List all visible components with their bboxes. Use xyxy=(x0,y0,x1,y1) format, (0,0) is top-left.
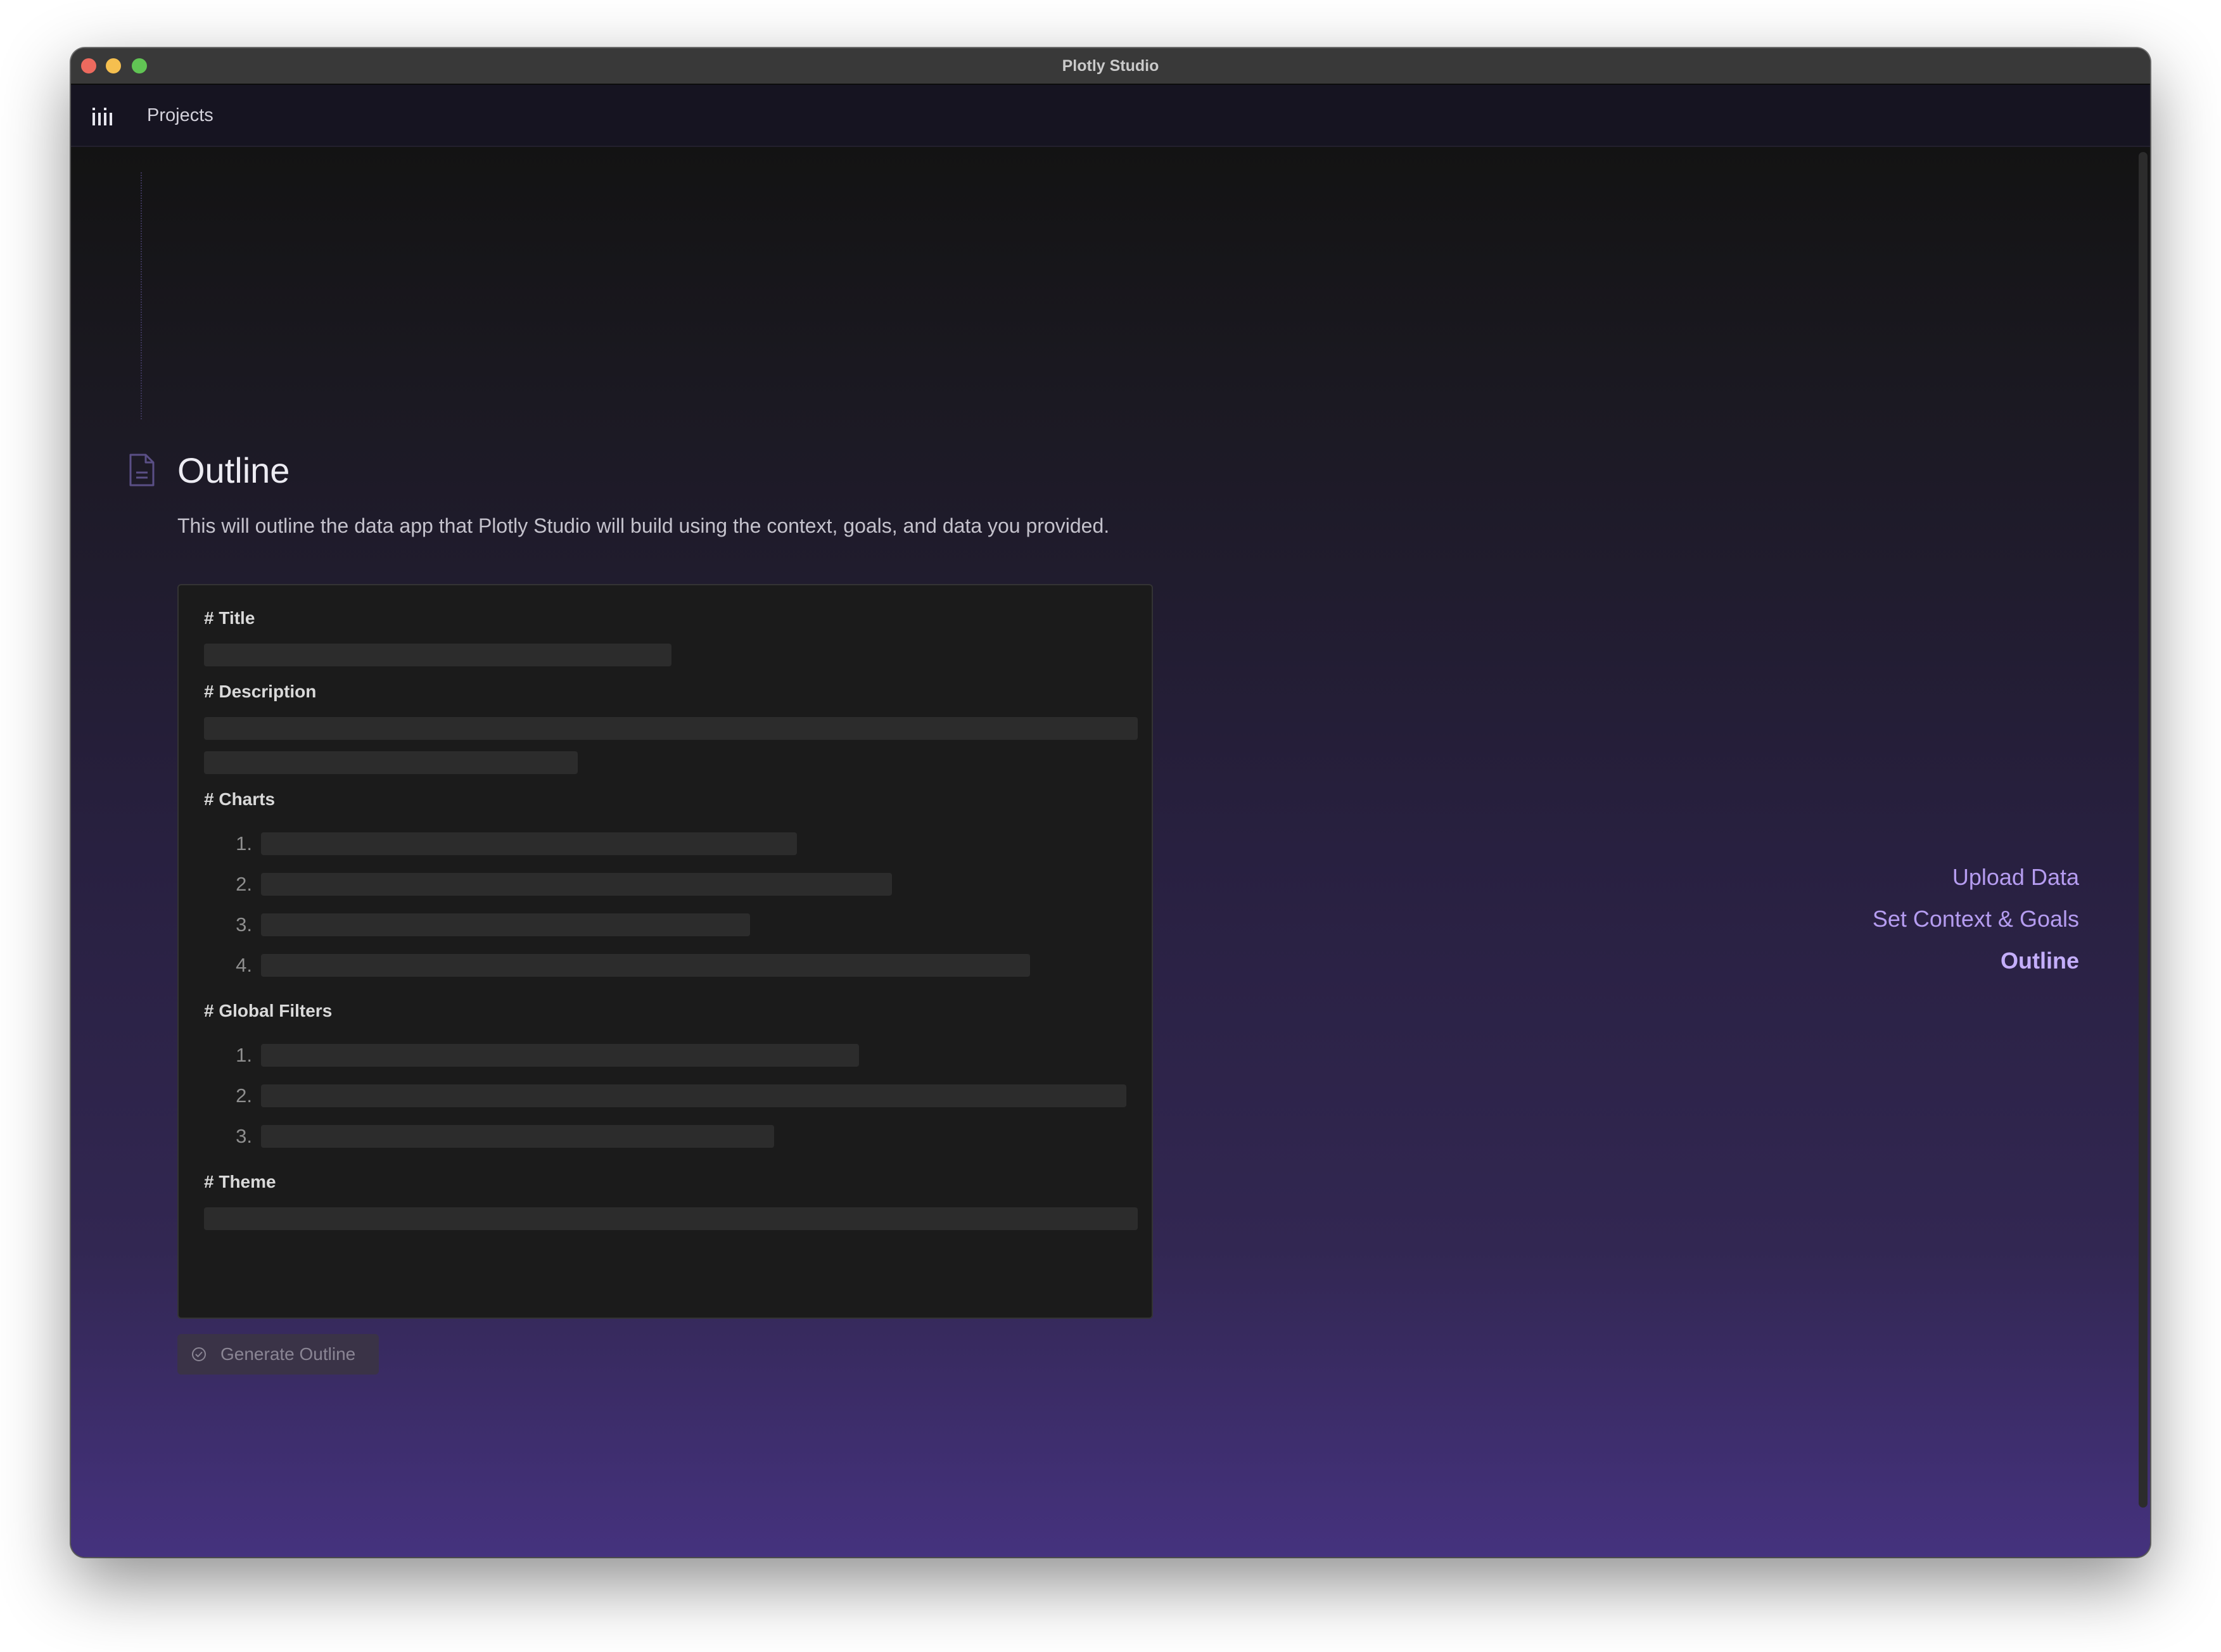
chart-placeholder xyxy=(261,954,1030,977)
description-placeholder-line xyxy=(204,751,578,774)
title-bar: Plotly Studio xyxy=(71,48,2150,85)
check-circle-icon xyxy=(192,1347,206,1361)
section-description: This will outline the data app that Plot… xyxy=(177,514,1110,537)
chart-placeholder xyxy=(261,873,892,896)
chart-list-number: 4. xyxy=(236,954,252,976)
title-placeholder xyxy=(204,644,671,666)
plotly-bars-icon[interactable] xyxy=(91,105,113,127)
timeline-connector xyxy=(141,172,142,419)
step-set-context-goals[interactable]: Set Context & Goals xyxy=(1873,898,2079,940)
step-outline[interactable]: Outline xyxy=(1873,940,2079,982)
filter-placeholder xyxy=(261,1125,774,1148)
chart-list-number: 2. xyxy=(236,873,252,895)
filter-list-number: 2. xyxy=(236,1084,252,1107)
scrollbar[interactable] xyxy=(2139,152,2148,1508)
theme-heading: # Theme xyxy=(204,1172,276,1191)
window-title: Plotly Studio xyxy=(1062,57,1159,75)
filter-list-number: 3. xyxy=(236,1125,252,1147)
filter-placeholder xyxy=(261,1084,1126,1107)
generate-outline-label: Generate Outline xyxy=(220,1344,356,1364)
chart-placeholder xyxy=(261,913,750,936)
chart-list-number: 1. xyxy=(236,832,252,855)
chart-placeholder xyxy=(261,832,797,855)
filter-list-number: 1. xyxy=(236,1044,252,1066)
step-navigator: Upload Data Set Context & Goals Outline xyxy=(1873,856,2079,982)
section-title: Outline xyxy=(177,450,290,490)
step-upload-data[interactable]: Upload Data xyxy=(1873,856,2079,898)
charts-heading: # Charts xyxy=(204,789,276,809)
filter-placeholder xyxy=(261,1044,859,1067)
chart-list-number: 3. xyxy=(236,913,252,936)
generate-outline-button[interactable]: Generate Outline xyxy=(177,1334,379,1375)
main-content: Outline This will outline the data app t… xyxy=(71,147,2150,1557)
projects-link[interactable]: Projects xyxy=(147,85,213,146)
document-icon xyxy=(129,454,155,486)
description-placeholder-line xyxy=(204,717,1138,740)
theme-placeholder xyxy=(204,1207,1138,1230)
global-filters-heading: # Global Filters xyxy=(204,1001,333,1020)
outline-preview: # Title # Description # Charts 1. 2. 3. … xyxy=(177,584,1153,1319)
top-nav: Projects xyxy=(71,85,2150,147)
description-heading: # Description xyxy=(204,682,317,701)
app-window: Plotly Studio Projects Outline This will… xyxy=(71,48,2150,1557)
title-heading: # Title xyxy=(204,608,255,628)
